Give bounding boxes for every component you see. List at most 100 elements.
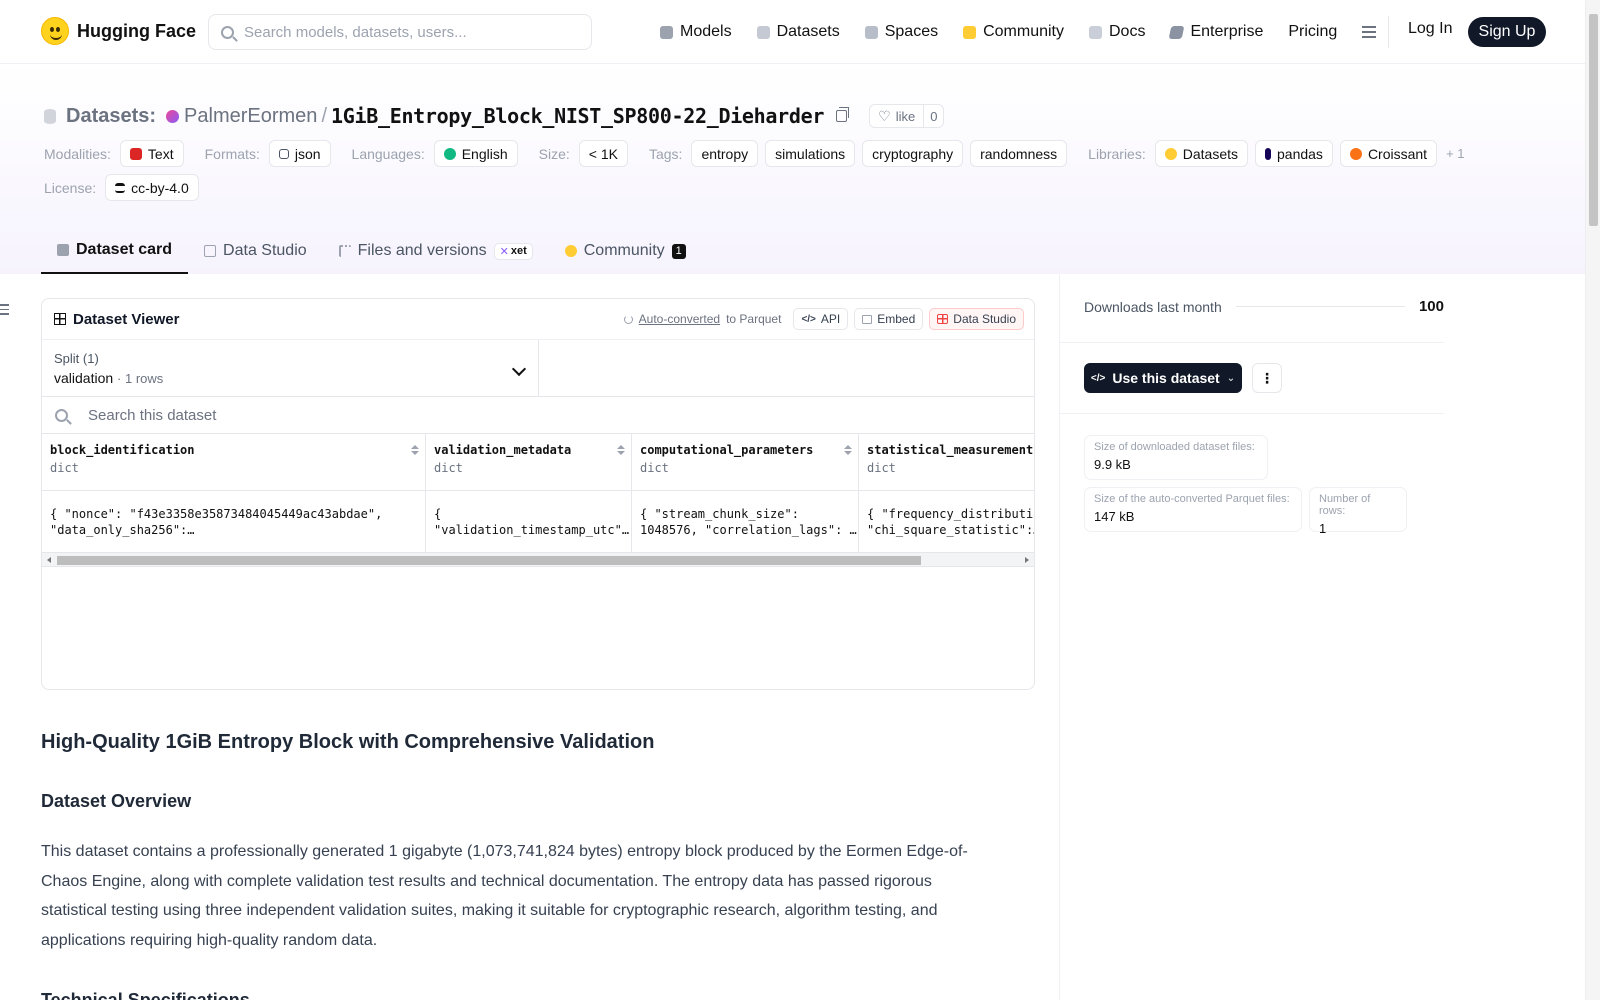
refresh-icon xyxy=(623,314,633,324)
auto-converted-note: Auto-converted to Parquet xyxy=(623,312,781,326)
size-chip[interactable]: < 1K xyxy=(578,140,628,167)
repo-tabs: Dataset card Data Studio Files and versi… xyxy=(41,228,702,274)
tag-chip-simulations[interactable]: simulations xyxy=(765,140,856,167)
global-search-input[interactable] xyxy=(244,23,564,41)
license-chip[interactable]: cc-by-4.0 xyxy=(105,174,199,201)
table-cell[interactable]: { "nonce": "f43e3358e35873484045449ac43a… xyxy=(42,491,426,552)
table-cell[interactable]: { "frequency_distributio "chi_square_sta… xyxy=(859,491,1034,552)
license-icon xyxy=(115,182,126,193)
tab-dataset-card[interactable]: Dataset card xyxy=(41,228,189,274)
heart-icon: ♡ xyxy=(878,107,891,124)
column-header[interactable]: computational_parameters dict xyxy=(632,434,859,490)
dataset-search[interactable] xyxy=(42,397,1034,434)
data-table: block_identification dict validation_meta… xyxy=(42,434,1034,568)
nav-models[interactable]: Models xyxy=(660,23,732,41)
table-cell[interactable]: { "stream_chunk_size": 1048576, "correla… xyxy=(632,491,859,552)
models-icon xyxy=(660,25,673,39)
table-cell[interactable]: { "validation_timestamp_utc"… xyxy=(426,491,632,552)
table-row[interactable]: { "nonce": "f43e3358e35873484045449ac43a… xyxy=(42,491,1034,553)
repo-title: Datasets: PalmerEormen / 1GiB_Entropy_Bl… xyxy=(44,104,945,128)
library-chip-croissant[interactable]: Croissant xyxy=(1339,140,1438,167)
community-count-badge: 1 xyxy=(671,243,686,259)
page-scrollbar[interactable] xyxy=(1585,0,1600,1000)
grid-icon xyxy=(54,313,66,325)
split-value: validation xyxy=(54,370,114,386)
croissant-icon xyxy=(1349,147,1362,160)
downloads-label: Downloads last month xyxy=(1084,298,1222,315)
search-icon xyxy=(221,25,234,39)
language-chip-english[interactable]: English xyxy=(433,140,518,167)
library-chip-datasets[interactable]: Datasets xyxy=(1154,140,1248,167)
api-button[interactable]: </> API xyxy=(793,308,849,330)
dataset-card-icon xyxy=(57,244,69,256)
section-heading-overview: Dataset Overview xyxy=(41,791,192,811)
license-row: License: cc-by-4.0 xyxy=(44,174,206,201)
nav-community[interactable]: Community xyxy=(963,23,1064,41)
nav-divider xyxy=(1388,16,1389,48)
sort-icon[interactable] xyxy=(411,445,419,455)
downloads-sparkline xyxy=(1235,306,1405,307)
signup-button[interactable]: Sign Up xyxy=(1468,17,1546,47)
column-header[interactable]: block_identification dict xyxy=(42,434,426,490)
dataset-icon xyxy=(44,108,56,124)
json-icon xyxy=(278,148,289,159)
nav-datasets[interactable]: Datasets xyxy=(756,23,840,41)
viewer-title: Dataset Viewer xyxy=(73,310,180,328)
sort-icon[interactable] xyxy=(844,445,852,455)
split-label: Split (1) xyxy=(54,351,99,366)
files-icon xyxy=(338,245,351,257)
repo-name-link[interactable]: 1GiB_Entropy_Block_NIST_SP800-22_Diehard… xyxy=(331,104,824,128)
nav-pricing[interactable]: Pricing xyxy=(1288,23,1337,41)
sort-icon[interactable] xyxy=(617,445,625,455)
copy-icon[interactable] xyxy=(836,107,850,122)
scrollbar-thumb[interactable] xyxy=(1589,14,1598,226)
top-navbar: Hugging Face Models Datasets Spaces Comm… xyxy=(0,0,1585,64)
like-button[interactable]: ♡ like 0 xyxy=(869,104,945,128)
text-modality-icon xyxy=(129,147,142,160)
community-icon xyxy=(564,245,577,257)
tab-files-and-versions[interactable]: Files and versions ✕ xet xyxy=(323,228,549,274)
data-studio-button[interactable]: Data Studio xyxy=(929,308,1024,330)
modality-chip-text[interactable]: Text xyxy=(119,140,184,167)
code-icon: </> xyxy=(801,313,816,325)
nav-spaces[interactable]: Spaces xyxy=(864,23,938,41)
tags-label: Tags: xyxy=(648,145,683,162)
embed-icon xyxy=(862,314,873,324)
tag-chip-randomness[interactable]: randomness xyxy=(970,140,1068,167)
like-count[interactable]: 0 xyxy=(924,109,943,124)
use-this-dataset-button[interactable]: </> Use this dataset ⌄ xyxy=(1084,363,1242,393)
global-search[interactable] xyxy=(208,14,592,50)
format-chip-json[interactable]: json xyxy=(268,140,331,167)
split-selector[interactable]: Split (1) validation · 1 rows xyxy=(42,340,539,396)
embed-button[interactable]: Embed xyxy=(854,308,924,330)
nav-enterprise[interactable]: Enterprise xyxy=(1169,23,1263,41)
overview-paragraph: This dataset contains a professionally g… xyxy=(41,843,968,949)
table-icon xyxy=(204,245,217,257)
column-header[interactable]: statistical_measurements dict xyxy=(859,434,1034,490)
enterprise-icon xyxy=(1169,25,1185,39)
globe-icon xyxy=(443,147,456,160)
login-link[interactable]: Log In xyxy=(1408,20,1452,38)
dataset-search-input[interactable] xyxy=(88,406,588,424)
toc-toggle-icon[interactable] xyxy=(0,304,9,315)
logo-link[interactable]: Hugging Face xyxy=(41,17,196,45)
table-horizontal-scrollbar[interactable] xyxy=(42,553,1034,567)
tab-data-studio[interactable]: Data Studio xyxy=(188,228,323,274)
section-heading-technical: Technical Specifications xyxy=(41,990,250,1000)
tag-chip-cryptography[interactable]: cryptography xyxy=(862,140,964,167)
datasets-link[interactable]: Datasets: xyxy=(66,105,156,128)
libraries-label: Libraries: xyxy=(1088,145,1146,162)
column-header[interactable]: validation_metadata dict xyxy=(426,434,632,490)
auto-converted-link[interactable]: Auto-converted xyxy=(639,312,720,326)
tab-community[interactable]: Community 1 xyxy=(549,228,702,274)
more-options-button[interactable]: ⋮ xyxy=(1252,363,1282,393)
languages-label: Languages: xyxy=(351,145,425,162)
nav-docs[interactable]: Docs xyxy=(1089,23,1145,41)
download-size-stat: Size of downloaded dataset files: 9.9 kB xyxy=(1084,435,1268,480)
library-chip-pandas[interactable]: pandas xyxy=(1255,140,1333,167)
libraries-more-link[interactable]: + 1 xyxy=(1446,146,1464,161)
modalities-label: Modalities: xyxy=(44,145,111,162)
owner-link[interactable]: PalmerEormen xyxy=(184,105,317,128)
more-menu-button[interactable] xyxy=(1362,26,1377,38)
tag-chip-entropy[interactable]: entropy xyxy=(691,140,759,167)
